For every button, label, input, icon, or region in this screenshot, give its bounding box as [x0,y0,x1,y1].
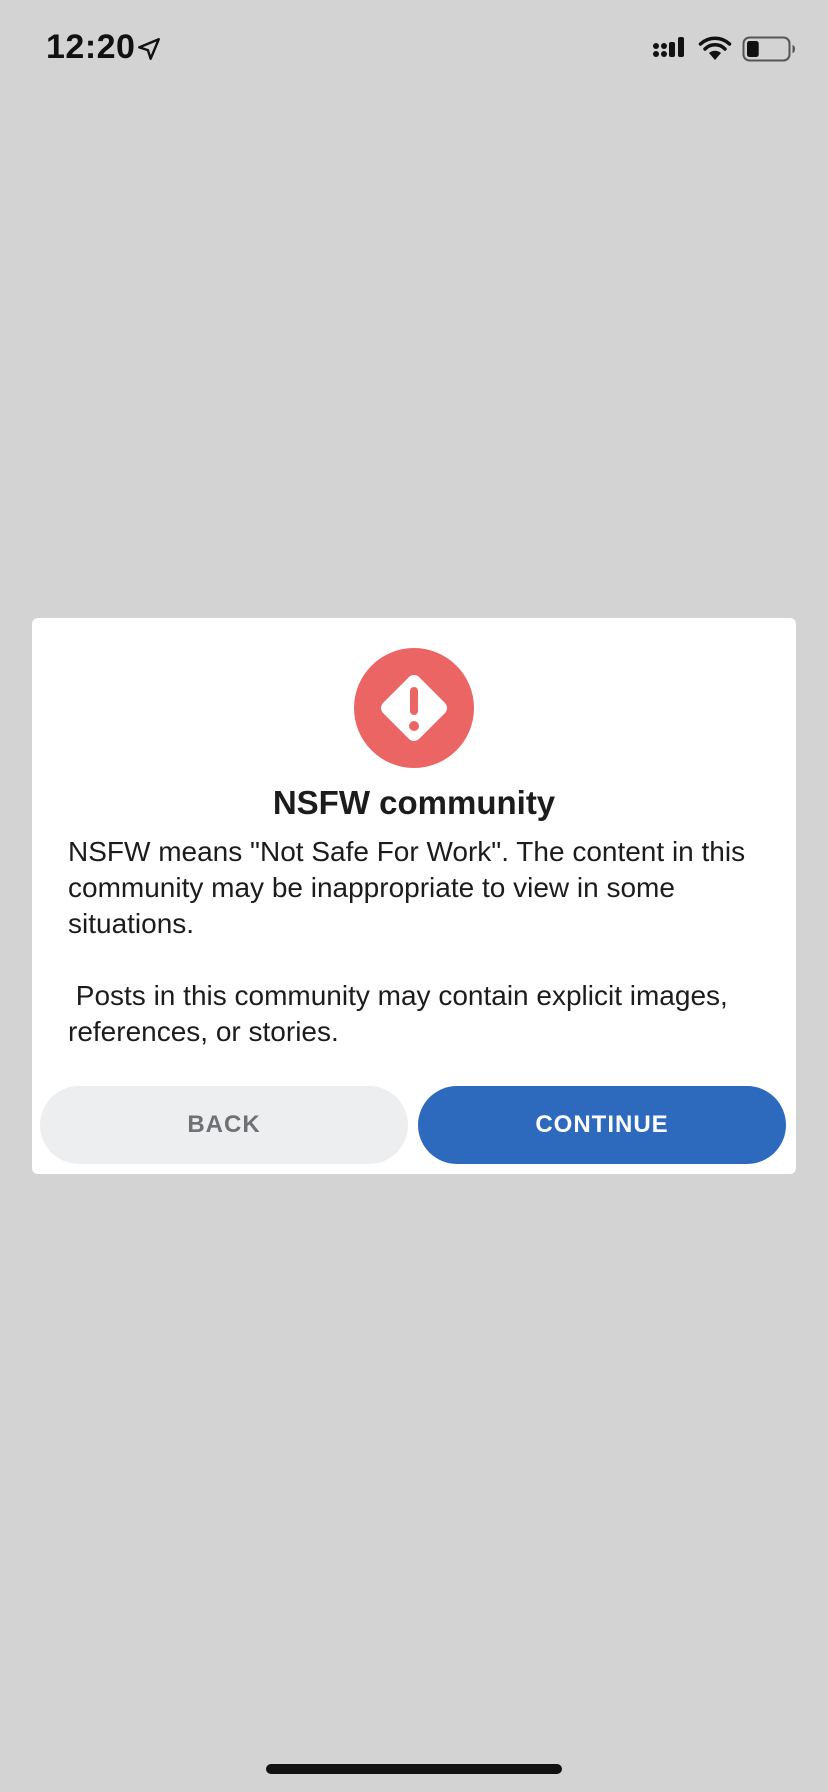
location-arrow-icon [138,38,160,60]
warning-badge [354,648,474,768]
wifi-icon [698,36,732,60]
status-bar: 12:20 [0,0,828,100]
continue-button-label: CONTINUE [535,1111,669,1138]
dialog-message: NSFW means "Not Safe For Work". The cont… [68,836,746,1047]
back-button-label: BACK [187,1111,261,1138]
battery-icon [742,36,795,62]
continue-button[interactable]: CONTINUE [418,1086,786,1164]
warning-diamond-icon [381,675,447,741]
home-indicator[interactable] [266,1764,562,1774]
status-time: 12:20 [46,28,136,66]
back-button[interactable]: BACK [40,1086,408,1164]
cellular-signal-icon [653,37,684,57]
dialog-title: NSFW community [272,784,556,821]
nsfw-dialog: NSFW community NSFW means "Not Safe For … [32,618,796,1174]
